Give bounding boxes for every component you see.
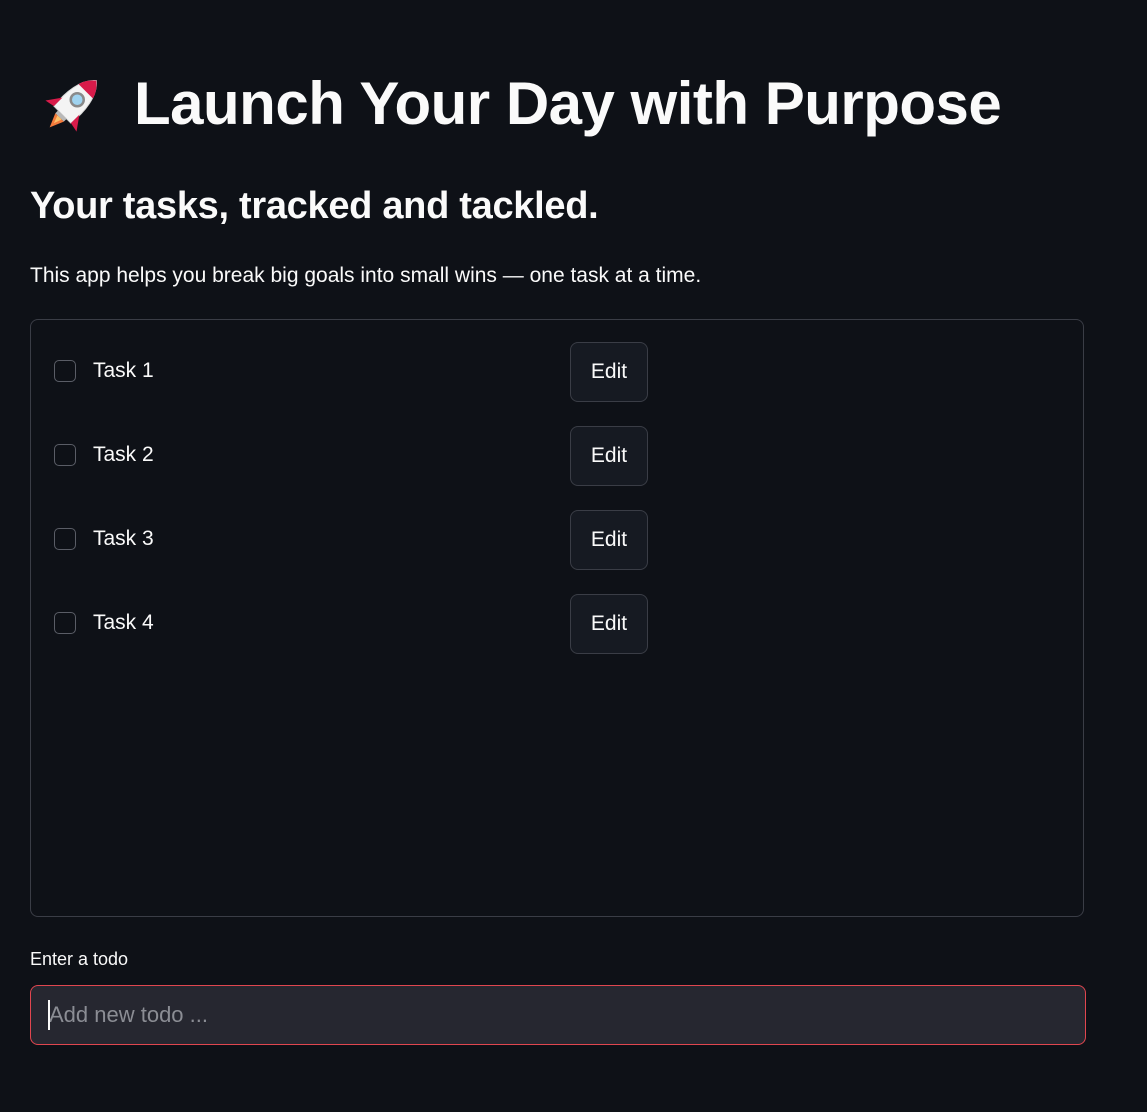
edit-task-button[interactable]: Edit: [570, 510, 648, 570]
task-list-container: Task 1 Edit Task 2 Edit Task 3 Edit Task…: [30, 319, 1084, 917]
edit-task-button[interactable]: Edit: [570, 594, 648, 654]
task-row: Task 2 Edit: [53, 426, 1053, 486]
task-label: Task 2: [93, 443, 154, 466]
rocket-icon: [45, 80, 97, 132]
task-row: Task 4 Edit: [53, 594, 1053, 654]
task-checkbox[interactable]: [54, 444, 76, 466]
page-title: Launch Your Day with Purpose: [134, 70, 1002, 137]
task-label: Task 1: [93, 359, 154, 382]
task-label: Task 3: [93, 527, 154, 550]
page-subtitle: Your tasks, tracked and tackled.: [30, 185, 599, 227]
todo-input-label: Enter a todo: [30, 949, 129, 969]
edit-task-button[interactable]: Edit: [570, 426, 648, 486]
task-row: Task 3 Edit: [53, 510, 1053, 570]
page-description: This app helps you break big goals into …: [30, 264, 702, 287]
task-checkbox[interactable]: [54, 528, 76, 550]
task-checkbox[interactable]: [54, 612, 76, 634]
app-page: Launch Your Day with Purpose Your tasks,…: [0, 0, 1147, 1112]
task-label: Task 4: [93, 611, 154, 634]
edit-task-button[interactable]: Edit: [570, 342, 648, 402]
todo-input[interactable]: [30, 985, 1086, 1045]
text-cursor: [48, 1000, 50, 1030]
task-row: Task 1 Edit: [53, 342, 1053, 402]
title-row: Launch Your Day with Purpose: [38, 62, 1002, 146]
task-checkbox[interactable]: [54, 360, 76, 382]
